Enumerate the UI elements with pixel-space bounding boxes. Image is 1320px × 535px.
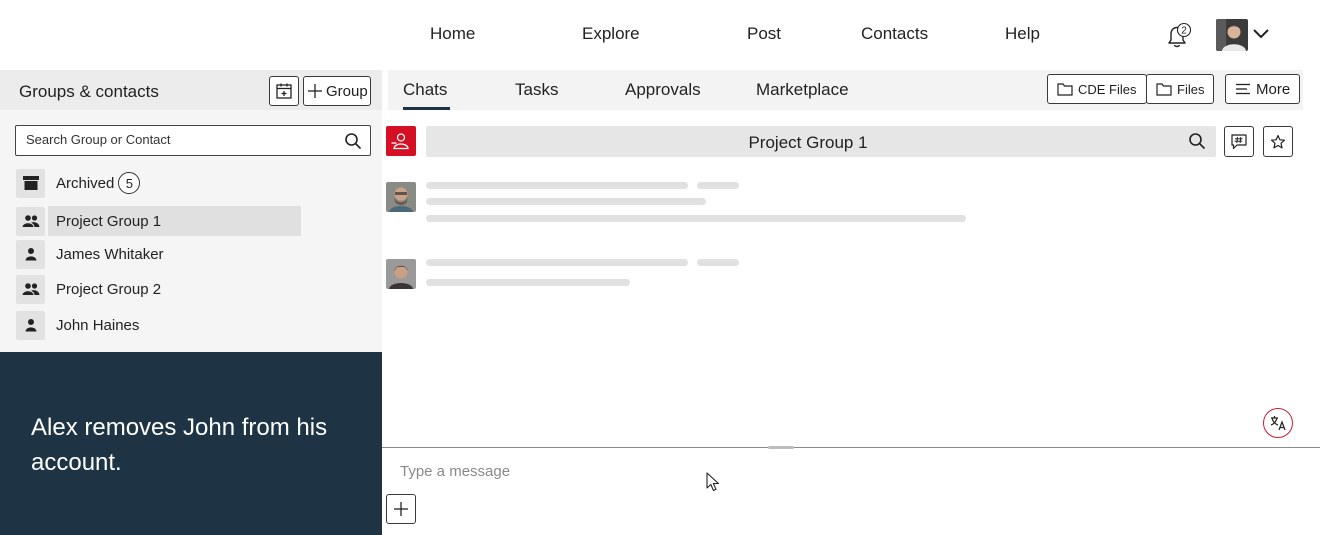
message-skeleton-line — [697, 182, 739, 189]
contact-label: Project Group 1 — [56, 212, 162, 230]
top-navigation: Home Explore Post Contacts Help 2 — [0, 0, 1320, 70]
contact-label: John Haines — [56, 316, 140, 334]
panel-title: Groups & contacts — [19, 82, 159, 101]
group-icon — [16, 206, 45, 236]
archived-label: Archived — [56, 174, 115, 192]
tutorial-caption: Alex removes John from his account. — [0, 352, 382, 535]
group-icon — [16, 274, 45, 304]
contact-item-project-group-2[interactable]: Project Group 2 — [16, 274, 301, 304]
star-icon — [1270, 134, 1286, 148]
tab-approvals[interactable]: Approvals — [625, 80, 701, 100]
hashtag-chat-icon — [1231, 133, 1247, 149]
more-label: More — [1256, 80, 1291, 98]
message-skeleton-line — [426, 182, 688, 189]
active-tab-indicator — [403, 107, 450, 110]
user-avatar[interactable] — [1216, 19, 1248, 51]
contact-item-james-whitaker[interactable]: James Whitaker — [16, 239, 301, 269]
contact-label: James Whitaker — [56, 245, 164, 263]
chat-header: Project Group 1 — [426, 126, 1216, 157]
cde-files-button[interactable]: CDE Files — [1047, 74, 1147, 104]
message-skeleton-line — [426, 198, 706, 205]
contact-search — [15, 125, 371, 156]
panel-header: Groups & contacts Group — [0, 70, 382, 110]
folder-icon — [1156, 83, 1172, 96]
contact-label: Project Group 2 — [56, 280, 162, 298]
nav-help[interactable]: Help — [1005, 24, 1040, 44]
archived-item[interactable]: Archived 5 — [16, 168, 301, 198]
message-avatar[interactable] — [386, 259, 416, 289]
bell-icon[interactable]: 2 — [1163, 22, 1193, 50]
person-icon — [16, 310, 45, 340]
translate-icon — [1270, 416, 1286, 431]
calendar-icon — [276, 83, 292, 99]
more-button[interactable]: More — [1225, 74, 1301, 104]
notification-count: 2 — [1181, 26, 1187, 37]
channel-button[interactable] — [1224, 126, 1254, 157]
tab-chats[interactable]: Chats — [403, 80, 447, 100]
tab-tasks[interactable]: Tasks — [515, 80, 558, 100]
composer-divider — [382, 447, 1320, 448]
chevron-down-icon[interactable] — [1252, 27, 1270, 41]
message-skeleton-line — [426, 259, 688, 266]
resize-handle[interactable] — [768, 446, 794, 449]
add-group-button[interactable]: Group — [303, 76, 371, 106]
search-icon[interactable] — [1188, 132, 1206, 150]
nav-contacts[interactable]: Contacts — [861, 24, 928, 44]
search-input[interactable] — [26, 132, 336, 147]
menu-icon — [1236, 83, 1250, 95]
tabs-bar: Chats Tasks Approvals Marketplace CDE Fi… — [388, 70, 1303, 110]
chat-title: Project Group 1 — [748, 133, 868, 152]
person-remove-icon — [391, 133, 409, 150]
plus-icon — [394, 502, 408, 516]
archived-count-badge: 5 — [118, 172, 141, 194]
message-skeleton-line — [697, 259, 739, 266]
message-skeleton-line — [426, 279, 630, 286]
message-skeleton-line — [426, 215, 966, 222]
nav-home[interactable]: Home — [430, 24, 475, 44]
add-group-label: Group — [326, 82, 368, 100]
message-avatar[interactable] — [386, 182, 416, 212]
files-label: Files — [1177, 81, 1205, 97]
person-icon — [16, 239, 45, 269]
mouse-cursor-icon — [706, 472, 720, 492]
attach-button[interactable] — [386, 494, 416, 524]
nav-explore[interactable]: Explore — [582, 24, 640, 44]
search-icon[interactable] — [344, 132, 362, 150]
tab-marketplace[interactable]: Marketplace — [756, 80, 849, 100]
remove-member-button[interactable] — [386, 126, 416, 156]
plus-icon — [308, 84, 322, 98]
caption-text: Alex removes John from his account. — [31, 414, 328, 476]
message-input[interactable] — [400, 460, 1280, 482]
groups-contacts-panel: Groups & contacts Group Archived 5 — [0, 70, 382, 352]
folder-icon — [1057, 83, 1073, 96]
favorite-button[interactable] — [1263, 126, 1293, 157]
translate-button[interactable] — [1263, 408, 1293, 438]
archive-icon — [16, 168, 45, 198]
contact-item-john-haines[interactable]: John Haines — [16, 310, 301, 340]
files-button[interactable]: Files — [1146, 74, 1215, 104]
nav-post[interactable]: Post — [747, 24, 781, 44]
calendar-button[interactable] — [269, 76, 299, 106]
contact-item-project-group-1[interactable]: Project Group 1 — [16, 206, 301, 236]
cde-files-label: CDE Files — [1078, 81, 1137, 97]
